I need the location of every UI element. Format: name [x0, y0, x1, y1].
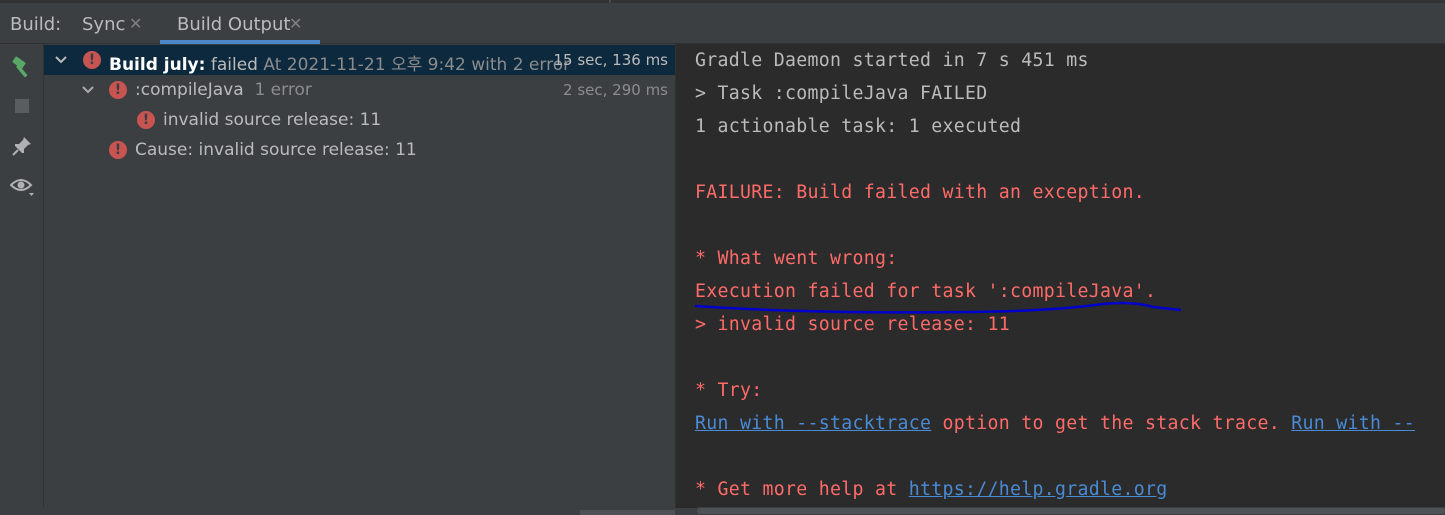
console-line-try-hint: Run with --stacktrace option to get the … [695, 413, 1415, 434]
console-line-what-went-wrong: * What went wrong: [695, 248, 898, 269]
hammer-icon[interactable] [10, 56, 34, 80]
tab-build-output[interactable]: Build Output [177, 14, 290, 35]
tree-scrollbar[interactable] [0, 508, 697, 515]
pin-icon[interactable] [10, 134, 34, 158]
tree-row-cause[interactable]: ! Cause: invalid source release: 11 [44, 135, 675, 165]
error-icon: ! [83, 51, 101, 69]
build-console[interactable]: Gradle Daemon started in 7 s 451 ms > Ta… [677, 44, 1445, 507]
tree-row-invalid-source-label: invalid source release: 11 [163, 110, 382, 130]
tree-row-cause-label: Cause: invalid source release: 11 [135, 140, 417, 160]
tab-sync-close-icon[interactable]: ✕ [129, 14, 142, 33]
chevron-down-icon[interactable] [54, 49, 68, 71]
build-label: Build: [10, 14, 62, 35]
console-line-invalid-source: > invalid source release: 11 [695, 314, 1010, 335]
tree-row-compilejava-time: 2 sec, 290 ms [563, 81, 668, 99]
tree-row-compilejava[interactable]: ! :compileJava 1 error 2 sec, 290 ms [44, 75, 675, 105]
stop-icon[interactable] [10, 94, 34, 118]
console-line: Gradle Daemon started in 7 s 451 ms [695, 50, 1089, 71]
console-line: > Task :compileJava FAILED [695, 83, 988, 104]
tree-row-build[interactable]: ! Build july: failed At 2021-11-21 오후 9:… [44, 45, 675, 75]
tab-sync[interactable]: Sync [82, 14, 125, 35]
help-gradle-link[interactable]: https://help.gradle.org [909, 479, 1168, 500]
tree-row-build-time: 15 sec, 136 ms [553, 51, 668, 69]
run-with-link[interactable]: Run with -- [1291, 413, 1415, 434]
console-line: 1 actionable task: 1 executed [695, 116, 1022, 137]
scrollbar-thumb[interactable] [697, 508, 1445, 514]
error-icon: ! [109, 81, 127, 99]
stacktrace-link[interactable]: Run with --stacktrace [695, 413, 931, 434]
console-line-failure: FAILURE: Build failed with an exception. [695, 182, 1145, 203]
top-separator [0, 0, 1445, 3]
console-horizontal-scrollbar[interactable] [697, 507, 1445, 515]
tree-row-invalid-source[interactable]: ! invalid source release: 11 [44, 105, 675, 135]
tab-build-output-close-icon[interactable]: ✕ [289, 14, 302, 33]
tree-row-compilejava-label: :compileJava 1 error [135, 80, 312, 100]
error-icon: ! [137, 111, 155, 129]
console-line-help: * Get more help at https://help.gradle.o… [695, 479, 1168, 500]
build-tab-bar: Build: Sync ✕ Build Output ✕ [0, 0, 1445, 44]
build-tree: ! Build july: failed At 2021-11-21 오후 9:… [44, 44, 675, 515]
error-icon: ! [109, 141, 127, 159]
chevron-down-icon[interactable] [81, 79, 95, 101]
tree-row-build-label: Build july: failed At 2021-11-21 오후 9:42… [109, 55, 571, 75]
console-line-try: * Try: [695, 380, 763, 401]
build-toolstrip [0, 44, 44, 515]
eye-icon[interactable] [9, 174, 34, 198]
